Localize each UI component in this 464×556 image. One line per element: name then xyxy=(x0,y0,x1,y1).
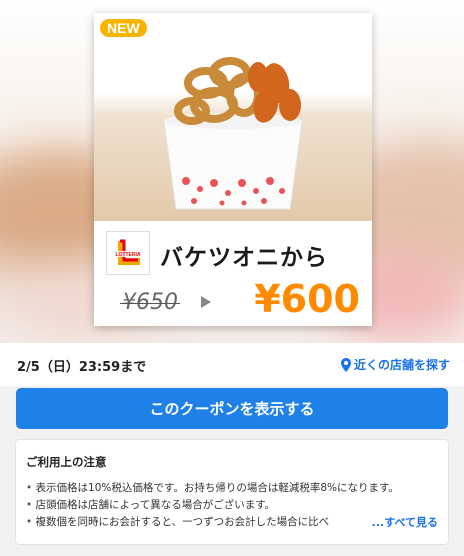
triangle-right-icon xyxy=(201,296,211,308)
product-photo: NEW xyxy=(94,13,372,221)
show-coupon-button[interactable]: このクーポンを表示する xyxy=(16,388,448,429)
price-row: ¥650 ¥600 xyxy=(94,277,372,326)
title-row: LOTTERIA バケツオニから xyxy=(94,221,372,283)
notes-panel: ご利用上の注意 表示価格は10%税込価格です。お持ち帰りの場合は軽減税率8%にな… xyxy=(16,440,448,544)
new-badge: NEW xyxy=(100,19,147,37)
list-item: 店頭価格は店舗によって異なる場合がございます。 xyxy=(26,497,446,514)
brand-logo: LOTTERIA xyxy=(106,231,150,275)
coupon-card[interactable]: NEW LOTTERIA バケツオニから ¥650 ¥600 xyxy=(94,13,372,326)
original-price: ¥650 xyxy=(120,290,180,315)
discount-price: ¥600 xyxy=(254,277,360,321)
product-name: バケツオニから xyxy=(160,245,328,271)
svg-text:LOTTERIA: LOTTERIA xyxy=(116,252,141,258)
lotteria-logo-icon: LOTTERIA xyxy=(113,239,143,265)
map-pin-icon xyxy=(340,357,351,372)
notes-title: ご利用上の注意 xyxy=(26,455,107,469)
find-store-label: 近くの店舗を探す xyxy=(353,358,450,372)
list-item: 表示価格は10%税込価格です。お持ち帰りの場合は軽減税率8%になります。 xyxy=(26,480,446,497)
list-item: 複数個を同時にお会計すると、一つずつお会計した場合に比べ xyxy=(26,514,361,531)
valid-until: 2/5（日）23:59まで xyxy=(17,360,147,375)
see-all-link[interactable]: ...すべて見る xyxy=(365,514,438,530)
find-store-link[interactable]: 近くの店舗を探す xyxy=(340,356,450,373)
info-bar: 2/5（日）23:59まで 近くの店舗を探す xyxy=(0,343,464,386)
product-image xyxy=(163,57,303,210)
